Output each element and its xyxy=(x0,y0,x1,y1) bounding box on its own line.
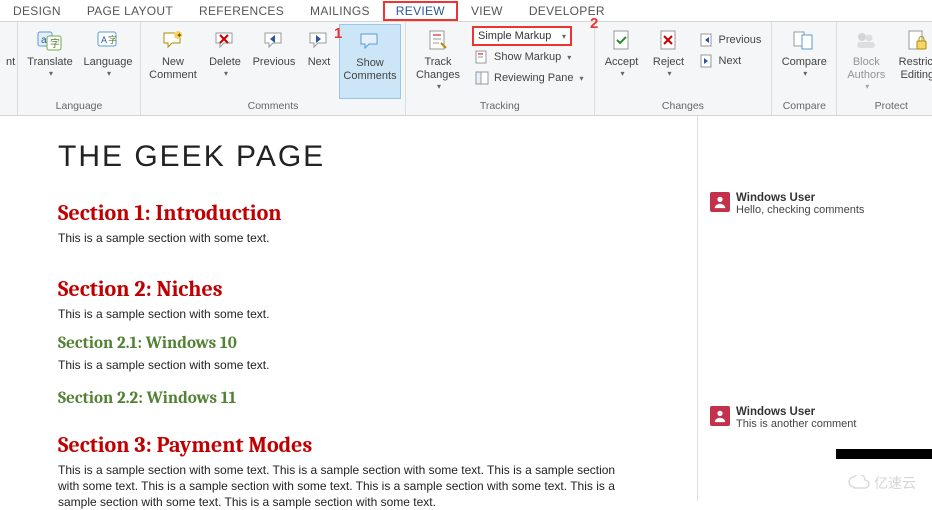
translate-button[interactable]: a字 Translate xyxy=(22,24,78,99)
comments-pane: Windows User Hello, checking comments Wi… xyxy=(698,116,932,501)
heading-section-2: Section 2: Niches xyxy=(58,276,697,302)
comment-text: This is another comment xyxy=(736,418,856,430)
tab-design[interactable]: DESIGN xyxy=(0,1,74,21)
reject-button[interactable]: Reject xyxy=(647,24,691,99)
avatar-icon xyxy=(710,406,730,426)
translate-icon: a字 xyxy=(37,26,63,54)
block-authors-icon xyxy=(854,26,878,54)
tab-references[interactable]: REFERENCES xyxy=(186,1,297,21)
svg-text:✦: ✦ xyxy=(176,31,183,40)
language-icon: A字 xyxy=(95,26,121,54)
next-change-icon xyxy=(699,53,715,69)
reviewing-pane-button[interactable]: Reviewing Pane xyxy=(472,68,586,88)
tab-review[interactable]: REVIEW xyxy=(383,1,458,21)
comment-text: Hello, checking comments xyxy=(736,204,864,216)
group-protect-label: Protect xyxy=(841,99,932,114)
ribbon-tabs: DESIGN PAGE LAYOUT REFERENCES MAILINGS R… xyxy=(0,0,932,22)
watermark: 亿速云 xyxy=(848,473,916,493)
next-comment-button[interactable]: Next xyxy=(301,24,337,99)
avatar-icon xyxy=(710,192,730,212)
ribbon: nt a字 Translate A字 Language Language ✦ N… xyxy=(0,22,932,116)
group-language-label: Language xyxy=(22,99,136,114)
accept-icon xyxy=(611,26,633,54)
restrict-editing-button[interactable]: Restrict Editing xyxy=(893,24,932,99)
show-markup-button[interactable]: Show Markup xyxy=(472,47,586,67)
accept-button[interactable]: Accept xyxy=(599,24,645,99)
svg-text:字: 字 xyxy=(50,37,60,50)
display-for-review-combo[interactable]: Simple Markup▾ xyxy=(472,26,572,46)
delete-comment-button[interactable]: Delete xyxy=(203,24,247,99)
para-s2: This is a sample section with some text. xyxy=(58,306,638,322)
compare-button[interactable]: Compare xyxy=(776,24,832,99)
heading-section-2-1: Section 2.1: Windows 10 xyxy=(58,334,697,353)
next-comment-icon xyxy=(308,26,330,54)
doc-title: THE GEEK PAGE xyxy=(58,140,697,174)
group-label-trunc xyxy=(4,111,13,114)
tab-page-layout[interactable]: PAGE LAYOUT xyxy=(74,1,186,21)
show-markup-icon xyxy=(474,49,490,65)
group-changes-label: Changes xyxy=(599,99,768,114)
group-comments-label: Comments xyxy=(145,99,401,114)
comment-item[interactable]: Windows User This is another comment xyxy=(710,406,924,430)
black-bar xyxy=(836,449,932,459)
previous-comment-button[interactable]: Previous xyxy=(249,24,299,99)
group-tracking-label: Tracking xyxy=(410,99,590,114)
new-comment-icon: ✦ xyxy=(162,26,184,54)
para-s3: This is a sample section with some text.… xyxy=(58,462,638,510)
previous-change-button[interactable]: Previous xyxy=(697,30,764,50)
display-for-review-value: Simple Markup xyxy=(478,30,551,42)
svg-text:A: A xyxy=(101,35,107,45)
previous-comment-icon xyxy=(263,26,285,54)
track-changes-icon xyxy=(427,26,449,54)
page[interactable]: THE GEEK PAGE Section 1: Introduction Th… xyxy=(0,116,698,501)
heading-section-3: Section 3: Payment Modes xyxy=(58,432,697,458)
heading-section-2-2: Section 2.2: Windows 11 xyxy=(58,389,697,408)
para-s21: This is a sample section with some text. xyxy=(58,357,638,373)
comment-item[interactable]: Windows User Hello, checking comments xyxy=(710,192,924,216)
compare-icon xyxy=(792,26,816,54)
language-button[interactable]: A字 Language xyxy=(80,24,136,99)
next-change-button[interactable]: Next xyxy=(697,51,764,71)
tab-view[interactable]: VIEW xyxy=(458,1,516,21)
tab-developer[interactable]: DEVELOPER xyxy=(516,1,618,21)
show-comments-button[interactable]: Show Comments xyxy=(339,24,401,99)
comment-author: Windows User xyxy=(736,192,864,204)
restrict-editing-icon xyxy=(906,26,928,54)
para-s1: This is a sample section with some text. xyxy=(58,230,638,246)
heading-section-1: Section 1: Introduction xyxy=(58,200,697,226)
reject-icon xyxy=(658,26,680,54)
svg-text:字: 字 xyxy=(108,34,117,45)
show-comments-icon xyxy=(359,27,381,55)
group-compare-label: Compare xyxy=(776,99,832,114)
delete-comment-icon xyxy=(214,26,236,54)
comment-author: Windows User xyxy=(736,406,856,418)
track-changes-button[interactable]: Track Changes xyxy=(410,24,466,99)
document-area: THE GEEK PAGE Section 1: Introduction Th… xyxy=(0,116,932,501)
block-authors-button: Block Authors xyxy=(841,24,891,99)
svg-text:a: a xyxy=(41,35,47,46)
tab-mailings[interactable]: MAILINGS xyxy=(297,1,383,21)
truncated-button[interactable]: nt xyxy=(4,24,17,111)
previous-change-icon xyxy=(699,32,715,48)
new-comment-button[interactable]: ✦ New Comment xyxy=(145,24,201,99)
reviewing-pane-icon xyxy=(474,70,490,86)
